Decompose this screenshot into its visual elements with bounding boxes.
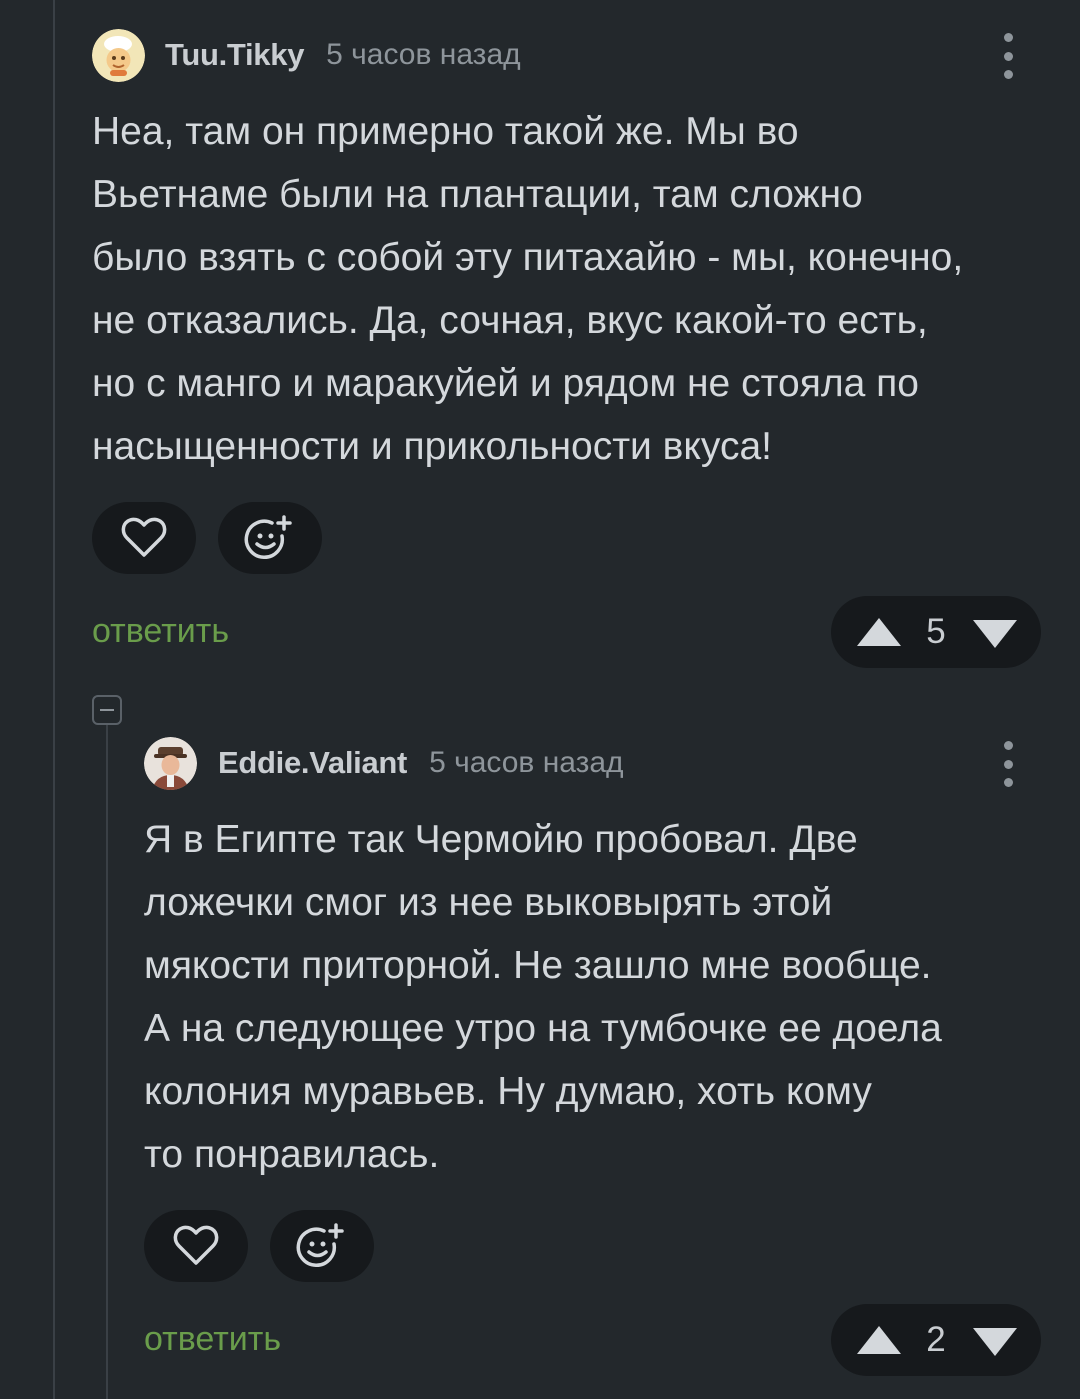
dot bbox=[1003, 70, 1013, 79]
dot bbox=[1003, 778, 1013, 787]
vote-score: 2 bbox=[926, 1320, 946, 1359]
comment-body: Я в Египте так Чермойю пробовал. Две лож… bbox=[144, 818, 942, 1176]
vote-widget: 5 bbox=[831, 596, 1041, 668]
avatar-cartoon-face-icon bbox=[92, 28, 145, 82]
username[interactable]: Eddie.Valiant bbox=[218, 745, 407, 781]
smiley-plus-icon bbox=[296, 1223, 344, 1268]
comment: Eddie.Valiant 5 часов назад Я в Египте т… bbox=[0, 690, 1080, 1399]
avatar-man-in-hat-icon bbox=[144, 736, 197, 790]
more-options-icon[interactable] bbox=[1002, 741, 1014, 787]
reply-button[interactable]: ответить bbox=[144, 1320, 281, 1359]
timestamp: 5 часов назад bbox=[429, 746, 624, 779]
add-reaction-button[interactable] bbox=[270, 1210, 374, 1282]
dot bbox=[1003, 741, 1013, 750]
upvote-icon[interactable] bbox=[855, 616, 903, 648]
add-reaction-button[interactable] bbox=[218, 502, 322, 574]
heart-icon bbox=[173, 1225, 219, 1265]
username[interactable]: Tuu.Tikky bbox=[165, 37, 304, 73]
dot bbox=[1003, 33, 1013, 42]
downvote-icon[interactable] bbox=[971, 618, 1019, 650]
timestamp: 5 часов назад bbox=[326, 38, 521, 71]
vote-widget: 2 bbox=[831, 1304, 1041, 1376]
vote-score: 5 bbox=[926, 612, 946, 651]
dot bbox=[1003, 51, 1013, 61]
comment-header: Tuu.Tikky 5 часов назад bbox=[92, 28, 521, 82]
dot bbox=[1003, 759, 1013, 769]
comment: Tuu.Tikky 5 часов назад Неа, там он прим… bbox=[0, 0, 1080, 690]
downvote-icon[interactable] bbox=[971, 1326, 1019, 1358]
comment-header: Eddie.Valiant 5 часов назад bbox=[144, 736, 624, 790]
reply-button[interactable]: ответить bbox=[92, 612, 229, 651]
heart-icon bbox=[121, 517, 167, 557]
like-button[interactable] bbox=[92, 502, 196, 574]
avatar[interactable] bbox=[92, 28, 145, 82]
smiley-plus-icon bbox=[244, 515, 292, 560]
like-button[interactable] bbox=[144, 1210, 248, 1282]
more-options-icon[interactable] bbox=[1002, 33, 1014, 79]
upvote-icon[interactable] bbox=[855, 1324, 903, 1356]
comment-body: Неа, там он примерно такой же. Мы во Вье… bbox=[92, 110, 964, 468]
avatar[interactable] bbox=[144, 736, 197, 790]
